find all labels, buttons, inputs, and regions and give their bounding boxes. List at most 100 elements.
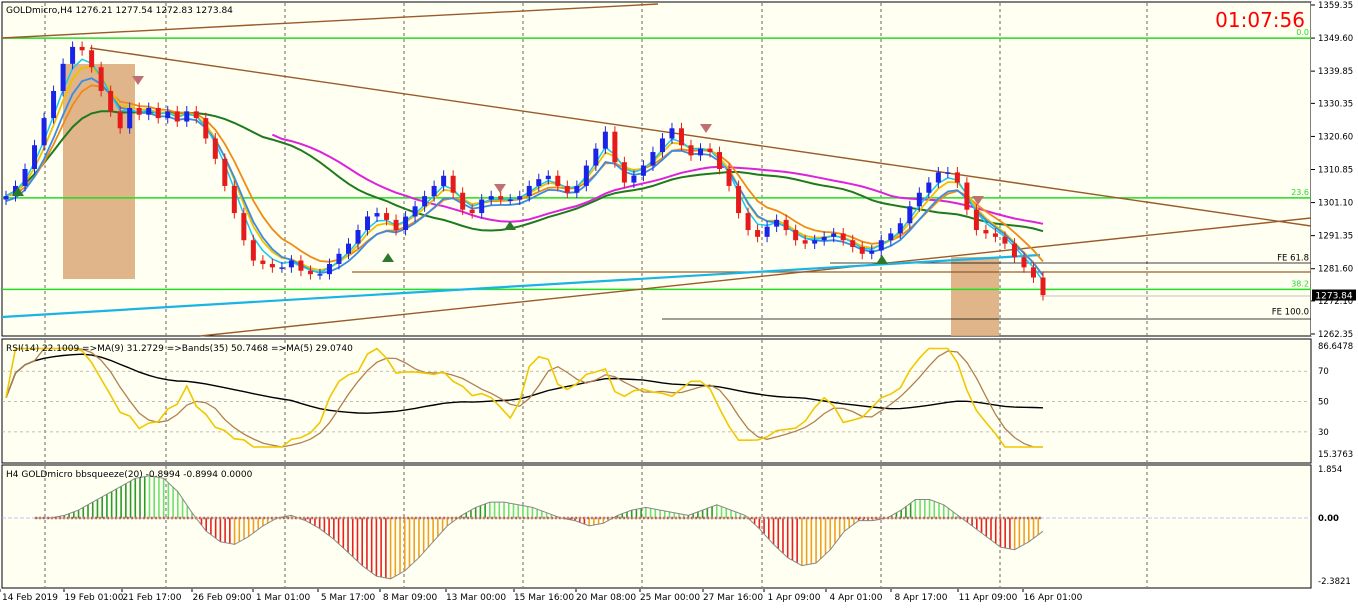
candle-body xyxy=(336,253,342,264)
candle-body xyxy=(850,240,856,248)
time-axis-label: 14 Feb 2019 xyxy=(2,593,58,603)
candle-body xyxy=(688,145,694,156)
bbsqueeze-panel[interactable]: H4 GOLDmicro bbsqueeze(20) -0.8994 -0.89… xyxy=(1,464,1351,589)
candle-body xyxy=(954,172,960,183)
candle-body xyxy=(593,148,599,166)
rsi-title: RSI(14) 22.1009 =>MA(9) 31.2729 =>Bands(… xyxy=(6,344,353,354)
candle-body xyxy=(479,199,485,214)
candle-body xyxy=(878,240,884,251)
candle-body xyxy=(326,263,332,275)
price-axis-label: 1330.35 xyxy=(1318,99,1353,109)
candle-body xyxy=(678,128,684,146)
main-price-panel[interactable]: GOLDmicro,H4 1276.21 1277.54 1272.83 127… xyxy=(1,1,1312,337)
candle-body xyxy=(165,111,171,119)
candle-body xyxy=(89,50,95,68)
candle-body xyxy=(888,233,894,241)
candle-body xyxy=(983,230,989,234)
trading-chart-window[interactable]: GOLDmicro,H4 1276.21 1277.54 1272.83 127… xyxy=(0,0,1358,608)
candle-body xyxy=(250,240,256,261)
candle-body xyxy=(507,199,513,202)
candle-body xyxy=(774,219,780,227)
price-axis-label: 1281.60 xyxy=(1318,265,1353,275)
time-axis-label: 15 Mar 16:00 xyxy=(514,593,574,603)
candle-body xyxy=(212,138,218,159)
candle-body xyxy=(127,107,133,129)
rsi-panel[interactable]: RSI(14) 22.1009 =>MA(9) 31.2729 =>Bands(… xyxy=(1,338,1353,464)
candle-body xyxy=(117,111,123,129)
candle-body xyxy=(783,219,789,231)
rsi-axis-label: 86.6478 xyxy=(1318,342,1353,352)
candle-body xyxy=(108,90,114,112)
candle-body xyxy=(1021,257,1027,268)
fib-level-label: 23.6 xyxy=(1291,188,1309,197)
candle-body xyxy=(907,206,913,224)
price-axis-label: 1359.35 xyxy=(1318,1,1353,11)
candle-body xyxy=(241,213,247,241)
candle-body xyxy=(964,182,970,210)
candle-body xyxy=(288,260,294,268)
candle-body xyxy=(831,233,837,237)
candle-body xyxy=(3,196,9,200)
candle-body xyxy=(307,270,313,275)
candle-body xyxy=(412,206,418,217)
candle-body xyxy=(555,175,561,186)
fe-level-label: FE 61.8 xyxy=(1277,253,1309,263)
candle-body xyxy=(441,175,447,186)
candle-body xyxy=(564,185,570,193)
candle-body xyxy=(384,213,390,220)
fib-zone-right xyxy=(951,257,999,336)
price-axis-label: 1349.60 xyxy=(1318,34,1353,44)
candle-body xyxy=(365,216,371,231)
time-axis-label: 27 Mar 16:00 xyxy=(703,593,763,603)
candle-body xyxy=(450,175,456,193)
time-axis-label: 4 Apr 01:00 xyxy=(830,593,883,603)
candle-body xyxy=(821,236,827,241)
time-axis-label: 26 Feb 09:00 xyxy=(192,593,251,603)
current-price-label: 1273.84 xyxy=(1315,292,1352,302)
candle-body xyxy=(812,240,818,244)
candle-body xyxy=(298,260,304,271)
fib-level-label: 38.2 xyxy=(1291,279,1309,288)
candle-body xyxy=(916,192,922,207)
price-axis-label: 1262.35 xyxy=(1318,330,1353,340)
candle-body xyxy=(736,185,742,214)
bbsqueeze-panel-frame xyxy=(1,464,1312,589)
candle-body xyxy=(726,168,732,186)
time-axis-label: 19 Feb 01:00 xyxy=(64,593,123,603)
price-axis-label: 1291.35 xyxy=(1318,232,1353,242)
candle-body xyxy=(498,196,504,200)
candle-body xyxy=(1030,267,1036,278)
candle-body xyxy=(174,111,180,122)
time-axis-label: 21 Feb 17:00 xyxy=(122,593,181,603)
candle-body xyxy=(374,213,380,217)
rsi-axis-label: 50 xyxy=(1318,398,1329,408)
price-axis-label: 1310.85 xyxy=(1318,166,1353,176)
candle-body xyxy=(545,175,551,180)
time-axis-label: 5 Mar 17:00 xyxy=(321,593,376,603)
candle-body xyxy=(698,148,704,156)
price-axis[interactable]: 1359.35 1349.60 1339.85 1330.35 1320.60 1310.… xyxy=(1311,1,1357,340)
price-axis-label: 1320.60 xyxy=(1318,132,1353,142)
fib-zone-left xyxy=(63,64,135,279)
candle-body xyxy=(859,247,865,254)
candle-body xyxy=(355,230,361,244)
candle-body xyxy=(269,263,275,268)
bbsqueeze-axis-labels: 1.854 0.00 -2.3821 xyxy=(1318,465,1351,587)
candle-body xyxy=(79,46,85,51)
candle-body xyxy=(745,213,751,231)
candle-body xyxy=(640,165,646,176)
squeeze-axis-label: 0.00 xyxy=(1318,514,1339,524)
candle-body xyxy=(574,185,580,193)
candle-body xyxy=(526,185,532,197)
candle-body xyxy=(612,131,618,163)
candle-body xyxy=(51,90,57,119)
rsi-panel-frame xyxy=(1,338,1312,464)
time-axis: 14 Feb 2019 19 Feb 01:0021 Feb 17:00 26 Fe… xyxy=(0,589,1083,603)
candle-body xyxy=(222,158,228,186)
candle-body xyxy=(345,243,351,254)
bar-timer: 01:07:56 xyxy=(1215,8,1305,32)
candle-body xyxy=(403,216,409,231)
candle-body xyxy=(717,152,723,169)
candle-body xyxy=(897,223,903,234)
candle-body xyxy=(98,67,104,91)
